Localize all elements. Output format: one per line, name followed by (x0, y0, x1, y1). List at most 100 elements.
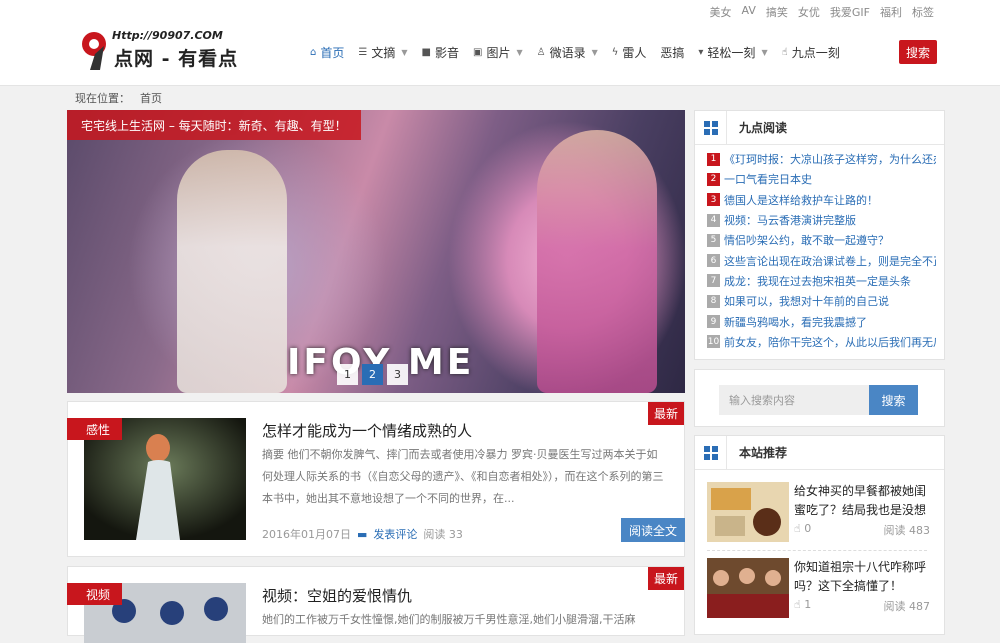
header-search-button[interactable]: 搜索 (899, 40, 937, 64)
nav-item-3[interactable]: ▣ 图片 ▼ (473, 44, 523, 61)
ranking-item[interactable]: 1 《玎珂时报：大凉山孩子这样穷，为什么还办奥 (707, 149, 936, 169)
thumbs-up-icon: ☝ (794, 522, 801, 535)
nav-label: 恶搞 (660, 45, 685, 60)
ranking-title: 德国人是这样给救护车让路的！ (724, 193, 878, 207)
widget-title: 本站推荐 (739, 446, 788, 460)
nav-item-6[interactable]: 恶搞 (660, 44, 684, 61)
ranking-item[interactable]: 10 前女友，陪你干完这个，从此以后我们再无瓜葛 (707, 332, 936, 352)
nav-item-7[interactable]: ▾ 轻松一刻 ▼ (698, 44, 767, 61)
toplink-5[interactable]: 福利 (880, 4, 902, 20)
read-count: 阅读 33 (423, 528, 463, 541)
toplink-1[interactable]: AV (742, 4, 756, 20)
read-count: 阅读 483 (883, 524, 931, 537)
nav-item-4[interactable]: ♙ 微语录 ▼ (537, 44, 598, 61)
chevron-down-icon: ▼ (401, 47, 408, 57)
logo-nine-icon (82, 32, 106, 70)
ranking-item[interactable]: 2 一口气看完日本史 (707, 169, 936, 189)
ranking-title: 《玎珂时报：大凉山孩子这样穷，为什么还办奥 (724, 153, 936, 167)
article-date: 2016年01月07日 (262, 528, 351, 541)
article-card: 视频 最新 视频：空姐的爱恨情仇 她们的工作被万千女性憧憬,她们的制服被万千男性… (67, 566, 685, 643)
bolt-icon: ϟ (611, 46, 619, 58)
ranking-title: 新疆鸟鸦喝水，看完我震撼了 (724, 315, 867, 329)
rank-number: 9 (707, 315, 720, 329)
ranking-title: 前女友，陪你干完这个，从此以后我们再无瓜葛 (724, 335, 936, 349)
slide-figure-singer (537, 130, 657, 393)
widget-title: 九点阅读 (739, 121, 788, 135)
ranking-title: 如果可以，我想对十年前的自己说 (724, 295, 889, 309)
like-count: 1 (804, 598, 812, 611)
article-title[interactable]: 怎样才能成为一个情绪成熟的人 (262, 420, 472, 441)
logo-name: 点网 - 有看点 (114, 48, 239, 70)
rank-number: 10 (707, 335, 720, 349)
main-nav: ⌂ 首页 ☰ 文摘 ▼ ■ 影音 ▣ 图片 ▼ ♙ 微语录 ▼ ϟ 雷人 恶搞 ▾ 轻松一刻 ▼ ☝ 九点一刻 (310, 42, 854, 62)
article-meta: 2016年01月07日 ▬ 发表评论 阅读 33 (262, 526, 463, 542)
toplink-2[interactable]: 搞笑 (766, 4, 788, 20)
category-tag[interactable]: 感性 (67, 418, 123, 440)
article-summary: 她们的工作被万千女性憧憬,她们的制服被万千男性意淫,她们小腿滑溜,干活麻 (262, 613, 636, 626)
like-count: 0 (804, 522, 812, 535)
home-icon: ⌂ (310, 46, 317, 58)
rank-number: 1 (707, 152, 720, 166)
ranking-item[interactable]: 4 视频：马云香港演讲完整版 (707, 210, 936, 230)
recommend-title[interactable]: 你知道祖宗十八代咋称呼吗？这下全搞懂了！ (794, 558, 932, 596)
nav-label: 图片 (486, 45, 511, 60)
header: 美女 AV 搞笑 女优 我爱GIF 福利 标签 Http://90907.COM… (0, 0, 1000, 86)
list-icon: ☰ (358, 46, 368, 58)
slider-dot-3[interactable]: 3 (387, 364, 408, 385)
rank-number: 2 (707, 172, 720, 186)
article-title[interactable]: 视频：空姐的爱恨情仇 (262, 585, 412, 606)
ranking-item[interactable]: 7 成龙：我现在过去抱宋祖英一定是头条 (707, 271, 936, 291)
breadcrumb-home[interactable]: 首页 (140, 90, 162, 106)
nav-item-2[interactable]: ■ 影音 (422, 44, 459, 61)
slider-dot-1[interactable]: 1 (337, 364, 358, 385)
toplink-3[interactable]: 女优 (798, 4, 820, 20)
search-input[interactable]: 输入搜索内容 (719, 385, 869, 415)
slider-dot-2[interactable]: 2 (362, 364, 383, 385)
recommend-thumbnail (707, 482, 789, 542)
nav-item-8[interactable]: ☝ 九点一刻 (782, 44, 840, 61)
breadcrumb-prefix: 现在位置： (75, 92, 130, 105)
toplink-0[interactable]: 美女 (710, 4, 732, 20)
ranking-item[interactable]: 6 这些言论出现在政治课试卷上，则是完全不正常 (707, 250, 936, 270)
nav-label: 影音 (434, 45, 459, 60)
recommend-item[interactable]: 你知道祖宗十八代咋称呼吗？这下全搞懂了！ ☝ 1 阅读 487 (707, 558, 935, 618)
toplink-4[interactable]: 我爱GIF (830, 4, 870, 20)
site-logo[interactable]: Http://90907.COM 点网 - 有看点 (78, 29, 258, 70)
divider (707, 550, 927, 551)
comment-link[interactable]: 发表评论 (373, 526, 417, 542)
recommend-item[interactable]: 给女神买的早餐都被她闺蜜吃了？结局我也是没想 ☝ 0 阅读 483 (707, 482, 935, 542)
nav-item-5[interactable]: ϟ 雷人 (612, 44, 647, 61)
ranking-item[interactable]: 5 情侣吵架公约，敢不敢一起遵守？ (707, 230, 936, 250)
widget-header: 九点阅读 (695, 111, 944, 145)
recommend-meta: ☝ 0 阅读 483 (794, 522, 930, 538)
ranking-title: 这些言论出现在政治课试卷上，则是完全不正常 (724, 254, 936, 268)
top-links: 美女 AV 搞笑 女优 我爱GIF 福利 标签 (710, 4, 934, 20)
ranking-item[interactable]: 8 如果可以，我想对十年前的自己说 (707, 291, 936, 311)
nav-item-1[interactable]: ☰ 文摘 ▼ (358, 44, 407, 61)
hero-slider[interactable]: 宅宅线上生活网 – 每天随时：新奇、有趣、有型！ IFOY ME 1 2 3 (67, 110, 685, 393)
recommend-widget: 本站推荐 给女神买的早餐都被她闺蜜吃了？结局我也是没想 ☝ 0 阅读 483 你… (694, 435, 945, 635)
recommend-title[interactable]: 给女神买的早餐都被她闺蜜吃了？结局我也是没想 (794, 482, 932, 520)
ranking-item[interactable]: 9 新疆鸟鸦喝水，看完我震撼了 (707, 311, 936, 331)
breadcrumb: 现在位置： 首页 (75, 90, 162, 106)
rank-number: 6 (707, 254, 720, 268)
slider-pagination: 1 2 3 (337, 364, 408, 385)
ranking-widget: 九点阅读 1 《玎珂时报：大凉山孩子这样穷，为什么还办奥 2 一口气看完日本史 3 德国人… (694, 110, 945, 360)
read-more-button[interactable]: 阅读全文 (620, 518, 685, 542)
nav-item-0[interactable]: ⌂ 首页 (310, 44, 344, 61)
category-tag[interactable]: 视频 (67, 583, 123, 605)
user-icon: ♙ (536, 46, 546, 58)
ranking-title: 一口气看完日本史 (724, 173, 812, 187)
nav-label: 轻松一刻 (707, 45, 756, 60)
widget-header: 本站推荐 (695, 436, 944, 470)
toplink-6[interactable]: 标签 (912, 4, 934, 20)
rank-number: 5 (707, 233, 720, 247)
slide-figure-dj (177, 150, 287, 393)
search-submit-button[interactable]: 搜索 (869, 385, 918, 415)
ranking-title: 视频：马云香港演讲完整版 (724, 214, 856, 228)
ranking-item[interactable]: 3 德国人是这样给救护车让路的！ (707, 190, 936, 210)
article-card: 感性 最新 怎样才能成为一个情绪成熟的人 摘要 他们不朝你发脾气、摔门而去或者使… (67, 401, 685, 557)
grid-icon (695, 436, 727, 469)
grid-icon (695, 111, 727, 144)
new-badge: 最新 (647, 402, 684, 425)
